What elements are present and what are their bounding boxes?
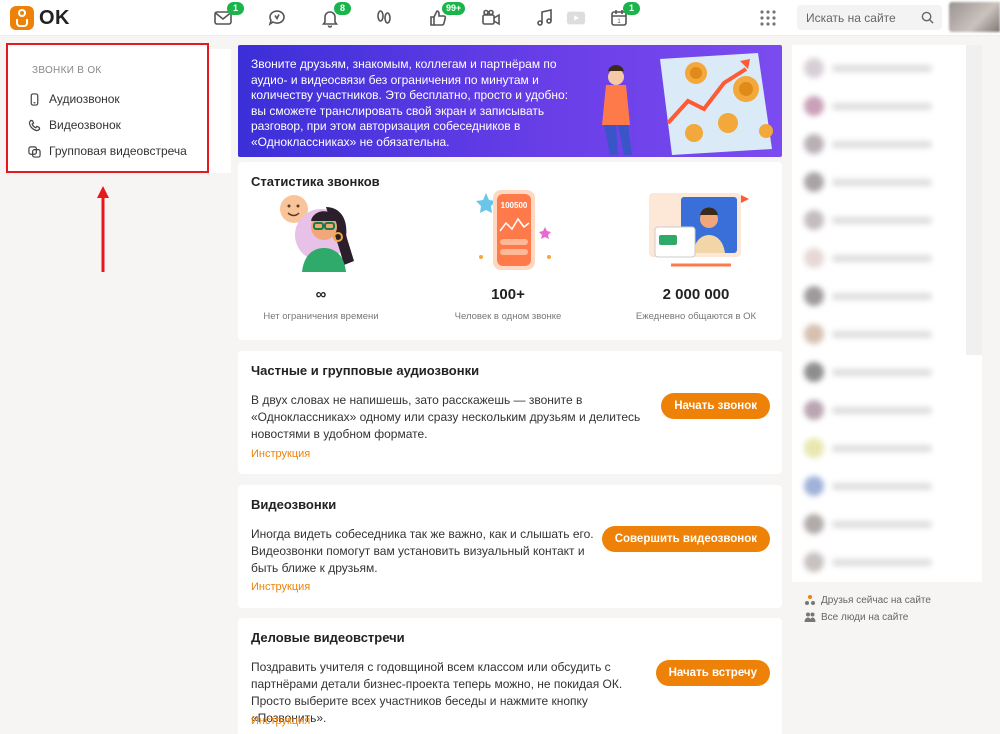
video-instruction-link[interactable]: Инструкция (251, 581, 310, 593)
messages-icon[interactable]: 1 (213, 2, 244, 28)
people-icon (804, 612, 816, 622)
right-panel-scrollbar[interactable] (966, 45, 982, 355)
video-broadcast-illustration (649, 193, 749, 267)
calendar-icon[interactable]: 1 1 (609, 2, 640, 28)
stat-label: Ежедневно общаются в ОК (635, 311, 757, 322)
audio-instruction-link[interactable]: Инструкция (251, 448, 310, 460)
stat-value: ∞ (315, 286, 327, 303)
friends-online-icon (805, 595, 815, 605)
sidebar-item-label: Групповая видеовстреча (49, 144, 187, 158)
red-arrow-annotation (97, 186, 109, 272)
sidebar-item-video-call[interactable]: Видеозвонок (28, 115, 121, 135)
video-camera-icon[interactable] (481, 8, 501, 28)
phone-icon (30, 92, 39, 106)
audio-calls-text: В двух словах не напишешь, зато расскаже… (251, 393, 641, 441)
blurred-friend-row[interactable] (804, 513, 944, 535)
search-icon[interactable] (921, 11, 934, 24)
blurred-friend-row[interactable] (804, 209, 944, 231)
stats-card: Статистика звонков ∞ Нет ограничения вре… (238, 162, 782, 340)
ok-logo-icon (10, 6, 34, 30)
blurred-friend-row[interactable] (804, 551, 944, 573)
phone-counter-illustration: 100500 (476, 190, 551, 270)
ok-logo[interactable]: OK (10, 6, 70, 30)
business-instruction-link[interactable]: Инструкция (251, 715, 310, 727)
likes-icon[interactable]: 99+ (428, 2, 466, 28)
stat-value: 2 000 000 (662, 286, 730, 303)
blurred-friend-row[interactable] (804, 247, 944, 269)
logo-text: OK (39, 6, 70, 29)
audio-calls-card: Частные и групповые аудиозвонки В двух с… (238, 351, 782, 474)
sidebar-item-label: Видеозвонок (49, 118, 121, 132)
video-calls-card: Видеозвонки Иногда видеть собеседника та… (238, 485, 782, 608)
banner-illustration (602, 53, 773, 155)
counter-text: 100500 (501, 201, 528, 210)
notifications-icon[interactable]: 8 (320, 2, 351, 28)
menu-panel-edge (209, 49, 231, 173)
sidebar-item-label: Аудиозвонок (49, 92, 120, 106)
start-call-button[interactable]: Начать звонок (661, 393, 770, 419)
search-input[interactable] (797, 5, 915, 30)
blurred-friend-row[interactable] (804, 133, 944, 155)
search-box (797, 5, 942, 30)
video-calls-text: Иногда видеть собеседника так же важно, … (251, 527, 594, 575)
blurred-friend-row[interactable] (804, 285, 944, 307)
blurred-friend-row[interactable] (804, 437, 944, 459)
sidebar-item-group-video[interactable]: Групповая видеовстреча (28, 141, 187, 161)
online-friends-panel (792, 45, 982, 582)
music-icon[interactable] (535, 8, 555, 28)
business-meetings-title: Деловые видеовстречи (251, 630, 405, 645)
svg-text:1: 1 (617, 19, 621, 25)
banner-text: Звоните друзьям, знакомым, коллегам и па… (251, 57, 569, 149)
guests-icon[interactable] (374, 8, 394, 28)
video-calls-title: Видеозвонки (251, 497, 337, 512)
video-play-icon[interactable] (566, 8, 588, 28)
group-video-icon (28, 145, 41, 158)
all-people-link[interactable]: Все люди на сайте (804, 611, 908, 623)
apps-grid-icon[interactable] (758, 8, 778, 28)
friends-online-link[interactable]: Друзья сейчас на сайте (804, 594, 931, 606)
blurred-friend-row[interactable] (804, 399, 944, 421)
calls-menu: ЗВОНКИ В ОК Аудиозвонок Видеозвонок Груп… (6, 43, 231, 173)
start-meeting-button[interactable]: Начать встречу (655, 660, 770, 686)
all-people-label: Все люди на сайте (821, 611, 909, 623)
business-meetings-text: Поздравить учителя с годовщиной всем кла… (251, 660, 623, 725)
sidebar-item-audio-call[interactable]: Аудиозвонок (28, 89, 120, 109)
calendar-badge: 1 (623, 2, 640, 15)
blurred-friend-row[interactable] (804, 171, 944, 193)
calls-section-title: ЗВОНКИ В ОК (32, 65, 102, 76)
stat-value: 100+ (491, 286, 525, 303)
blurred-friend-row[interactable] (804, 323, 944, 345)
top-bar: OK 1 8 99+ 1 1 (0, 0, 1000, 36)
messages-badge: 1 (227, 2, 244, 15)
user-avatar[interactable] (949, 2, 1000, 32)
likes-badge: 99+ (442, 2, 466, 15)
blurred-friend-row[interactable] (804, 475, 944, 497)
handset-icon (28, 119, 41, 131)
audio-calls-title: Частные и групповые аудиозвонки (251, 363, 480, 378)
friends-online-label: Друзья сейчас на сайте (821, 594, 931, 606)
stat-label: Человек в одном звонке (454, 311, 562, 322)
notifications-badge: 8 (334, 2, 351, 15)
woman-glasses-illustration (280, 195, 354, 272)
business-meetings-card: Деловые видеовстречи Поздравить учителя … (238, 618, 782, 734)
blurred-friend-row[interactable] (804, 57, 944, 79)
make-video-call-button[interactable]: Совершить видеозвонок (601, 526, 770, 552)
discussions-icon[interactable] (267, 8, 287, 28)
blurred-friend-row[interactable] (804, 361, 944, 383)
calls-banner: Звоните друзьям, знакомым, коллегам и па… (238, 45, 782, 157)
blurred-friend-row[interactable] (804, 95, 944, 117)
stat-label: Нет ограничения времени (263, 311, 379, 322)
